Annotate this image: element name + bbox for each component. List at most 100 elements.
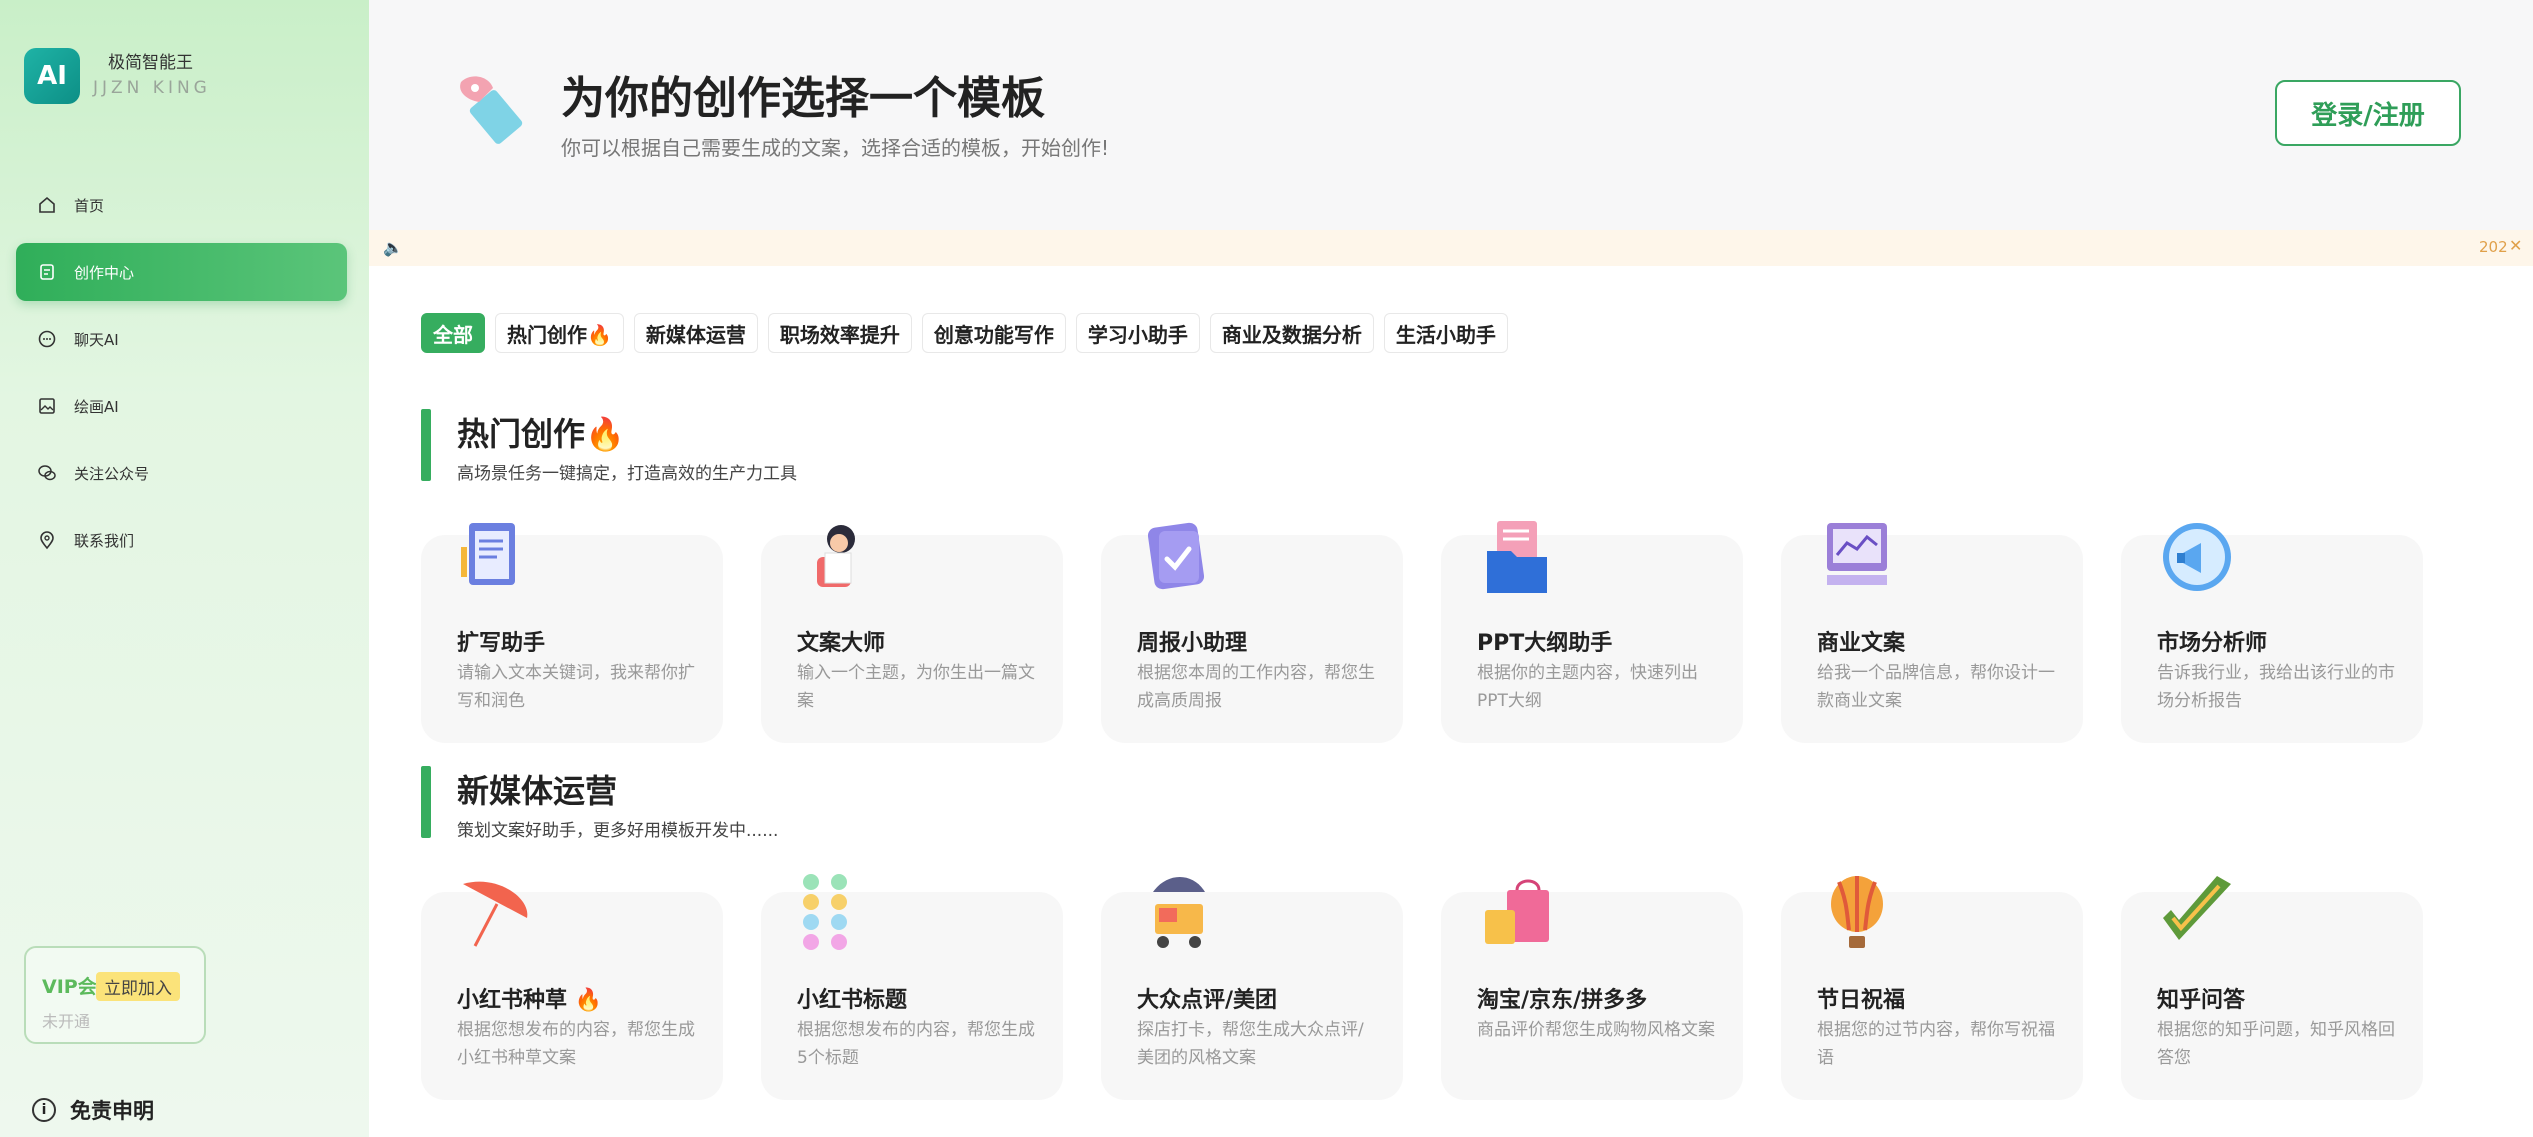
tab-business[interactable]: 商业及数据分析 xyxy=(1209,313,1374,353)
sidebar: AI 极简智能王 JJZN KING 首页 创作中心 聊天AI 绘画AI 关注公… xyxy=(0,0,369,1137)
shopping-bag-icon xyxy=(1477,874,1557,954)
tab-workplace[interactable]: 职场效率提升 xyxy=(767,313,912,353)
card-description: 商品评价帮您生成购物风格文案 xyxy=(1477,1020,1715,1040)
login-register-button[interactable]: 登录/注册 xyxy=(2275,80,2461,146)
dots-icon xyxy=(797,874,877,954)
card-name: 商业文案 xyxy=(1817,631,1906,656)
location-icon xyxy=(36,529,58,551)
main-area: 为你的创作选择一个模板 你可以根据自己需要生成的文案，选择合适的模板，开始创作!… xyxy=(369,0,2533,1137)
disclaimer-label: 免责申明 xyxy=(70,1099,154,1123)
card-name: PPT大纲助手 xyxy=(1477,631,1613,656)
template-card[interactable]: PPT大纲助手 根据你的主题内容，快速列出PPT大纲 xyxy=(1441,521,1743,743)
report-check-icon xyxy=(1137,517,1217,597)
template-card[interactable]: 淘宝/京东/拼多多 商品评价帮您生成购物风格文案 xyxy=(1441,879,1743,1100)
template-card[interactable]: 节日祝福 根据您的过节内容，帮你写祝福语 xyxy=(1781,876,2083,1100)
chat-icon xyxy=(36,328,58,350)
check-card-icon xyxy=(2157,874,2237,954)
card-description: 探店打卡，帮您生成大众点评/美团的风格文案 xyxy=(1137,1020,1364,1068)
template-card[interactable]: 扩写助手 请输入文本关键词，我来帮你扩写和润色 xyxy=(421,523,723,743)
writing-pad-icon xyxy=(457,517,537,597)
card-description: 给我一个品牌信息，帮你设计一款商业文案 xyxy=(1817,663,2055,711)
tab-all[interactable]: 全部 xyxy=(421,313,485,353)
vip-join-button[interactable]: 立即加入 xyxy=(96,972,180,1001)
card-name: 周报小助理 xyxy=(1137,631,1248,656)
notice-bar: 🔈 202 ✕ xyxy=(369,230,2533,266)
card-name: 小红书种草 🔥 xyxy=(457,988,603,1013)
image-icon xyxy=(36,395,58,417)
document-icon xyxy=(36,261,58,283)
card-list: 扩写助手 请输入文本关键词，我来帮你扩写和润色 文案大师 输入一个主题，为你生出… xyxy=(421,521,2423,743)
page-title: 为你的创作选择一个模板 xyxy=(561,73,1045,124)
sidebar-item-label: 绘画AI xyxy=(74,397,119,416)
vip-status: 未开通 xyxy=(42,1012,91,1031)
tab-life[interactable]: 生活小助手 xyxy=(1383,313,1508,353)
home-icon xyxy=(36,194,58,216)
card-name: 市场分析师 xyxy=(2157,631,2268,656)
sidebar-item-draw-ai[interactable]: 绘画AI xyxy=(16,377,347,435)
megaphone-icon xyxy=(2157,517,2237,597)
card-description: 根据您本周的工作内容，帮您生成高质周报 xyxy=(1137,663,1375,711)
brand-subtitle: JJZN KING xyxy=(93,78,211,98)
card-description: 根据您想发布的内容，帮您生成小红书种草文案 xyxy=(457,1020,695,1068)
vip-title: VIP会 xyxy=(42,976,97,998)
template-card[interactable]: 文案大师 输入一个主题，为你生出一篇文案 xyxy=(761,525,1063,743)
tab-hot-creation[interactable]: 热门创作🔥 xyxy=(495,313,624,353)
section-title: 新媒体运营 xyxy=(457,772,618,810)
sidebar-item-label: 关注公众号 xyxy=(74,464,150,483)
sidebar-item-creation-center[interactable]: 创作中心 xyxy=(16,243,347,301)
sidebar-item-follow-wechat[interactable]: 关注公众号 xyxy=(16,444,347,502)
pen-icon xyxy=(449,64,539,154)
category-tabs: 全部 热门创作🔥 新媒体运营 职场效率提升 创意功能写作 学习小助手 商业及数据… xyxy=(421,313,1508,353)
card-name: 知乎问答 xyxy=(2157,988,2246,1013)
card-name: 节日祝福 xyxy=(1817,988,1906,1013)
card-description: 根据您想发布的内容，帮您生成5个标题 xyxy=(797,1020,1035,1068)
vip-card[interactable]: VIP会 立即加入 未开通 xyxy=(24,946,206,1044)
close-icon[interactable]: ✕ xyxy=(2509,236,2522,255)
template-card[interactable]: 商业文案 给我一个品牌信息，帮你设计一款商业文案 xyxy=(1781,523,2083,743)
template-card[interactable]: 小红书标题 根据您想发布的内容，帮您生成5个标题 xyxy=(761,874,1063,1100)
section-accent-bar xyxy=(421,409,431,481)
sidebar-item-chat-ai[interactable]: 聊天AI xyxy=(16,310,347,368)
logo[interactable]: AI xyxy=(24,48,80,104)
tab-study[interactable]: 学习小助手 xyxy=(1075,313,1200,353)
card-description: 根据您的过节内容，帮你写祝福语 xyxy=(1817,1020,2055,1068)
folder-icon xyxy=(1477,517,1557,597)
card-description: 根据你的主题内容，快速列出PPT大纲 xyxy=(1477,663,1698,711)
card-name: 小红书标题 xyxy=(797,988,908,1013)
section-accent-bar xyxy=(421,766,431,838)
sidebar-item-contact[interactable]: 联系我们 xyxy=(16,511,347,569)
card-name: 淘宝/京东/拼多多 xyxy=(1477,988,1648,1013)
card-description: 请输入文本关键词，我来帮你扩写和润色 xyxy=(457,663,695,711)
sidebar-item-home[interactable]: 首页 xyxy=(16,176,347,234)
speaker-icon: 🔈 xyxy=(383,238,403,257)
page-subtitle: 你可以根据自己需要生成的文案，选择合适的模板，开始创作! xyxy=(561,136,1110,160)
food-cart-icon xyxy=(1137,874,1217,954)
section-subtitle: 高场景任务一键搞定，打造高效的生产力工具 xyxy=(457,464,797,484)
tab-new-media[interactable]: 新媒体运营 xyxy=(633,313,758,353)
card-description: 输入一个主题，为你生出一篇文案 xyxy=(797,663,1035,711)
section-subtitle: 策划文案好助手，更多好用模板开发中...... xyxy=(457,821,779,841)
tab-creative-writing[interactable]: 创意功能写作 xyxy=(921,313,1066,353)
umbrella-icon xyxy=(457,874,537,954)
disclaimer-link[interactable]: i 免责申明 xyxy=(32,1095,154,1125)
template-card[interactable]: 周报小助理 根据您本周的工作内容，帮您生成高质周报 xyxy=(1101,522,1403,743)
writer-girl-icon xyxy=(797,517,877,597)
card-name: 大众点评/美团 xyxy=(1137,988,1278,1013)
template-card[interactable]: 知乎问答 根据您的知乎问题，知乎风格回答您 xyxy=(2121,876,2423,1100)
brand-name: 极简智能王 xyxy=(108,53,193,73)
card-name: 扩写助手 xyxy=(457,631,546,656)
balloon-icon xyxy=(1817,874,1897,954)
template-card[interactable]: 小红书种草 🔥 根据您想发布的内容，帮您生成小红书种草文案 xyxy=(421,881,723,1100)
sidebar-item-label: 联系我们 xyxy=(74,531,135,550)
card-description: 告诉我行业，我给出该行业的市场分析报告 xyxy=(2157,663,2395,711)
sidebar-item-label: 首页 xyxy=(74,196,105,215)
sidebar-item-label: 创作中心 xyxy=(74,263,135,282)
card-list: 小红书种草 🔥 根据您想发布的内容，帮您生成小红书种草文案 小红书标题 根据您想… xyxy=(421,874,2423,1100)
section-title: 热门创作🔥 xyxy=(457,415,625,453)
template-card[interactable]: 市场分析师 告诉我行业，我给出该行业的市场分析报告 xyxy=(2121,523,2423,743)
template-card[interactable]: 大众点评/美团 探店打卡，帮您生成大众点评/美团的风格文案 xyxy=(1101,877,1403,1100)
notice-text: 202 xyxy=(2479,238,2508,256)
sidebar-item-label: 聊天AI xyxy=(74,330,119,349)
chart-board-icon xyxy=(1817,517,1897,597)
logo-text: AI xyxy=(37,61,67,91)
